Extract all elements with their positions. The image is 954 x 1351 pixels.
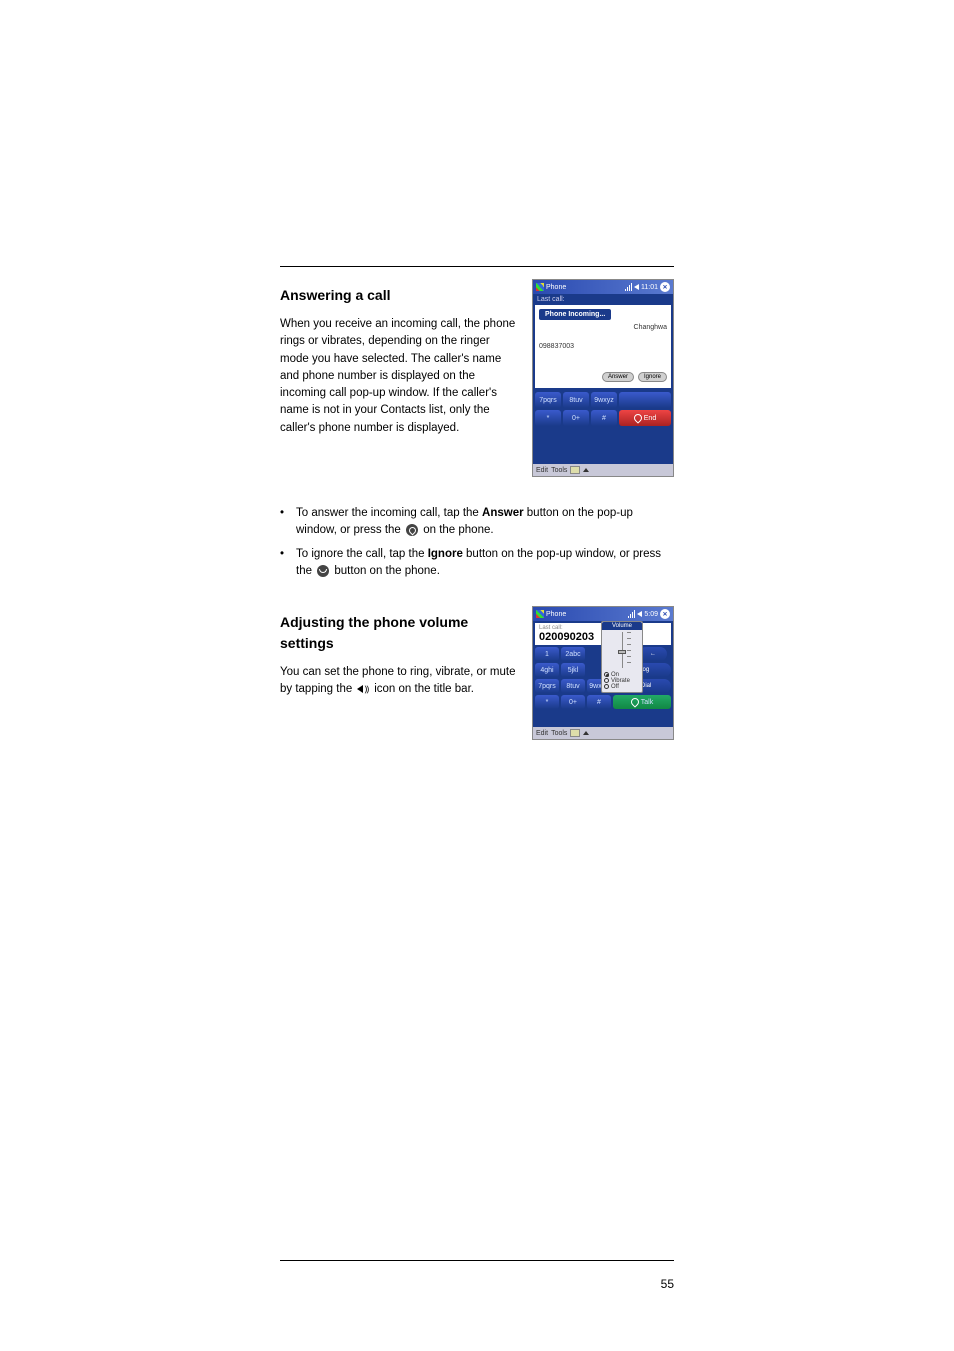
radio-off[interactable]: Off	[604, 684, 640, 690]
key-2[interactable]: 2abc	[561, 647, 585, 661]
windows-flag-icon	[536, 283, 544, 291]
key-7[interactable]: 7pqrs	[535, 392, 561, 408]
speaker-icon	[634, 284, 639, 290]
screenshot-volume-popup: Phone 5:09 ✕ Last call: 020090203 Volume	[532, 606, 674, 740]
bullet-ignore: • To ignore the call, tap the Ignore but…	[280, 546, 674, 581]
caller-name: Changhwa	[539, 324, 667, 331]
key-7[interactable]: 7pqrs	[535, 679, 559, 693]
end-call-button[interactable]: End	[619, 410, 671, 426]
key-1[interactable]: 1	[535, 647, 559, 661]
key-star[interactable]: *	[535, 410, 561, 426]
ss-time: 11:01	[641, 284, 658, 291]
ss-titlebar: Phone 11:01 ✕	[533, 280, 673, 294]
speaker-icon	[637, 611, 642, 617]
key-8[interactable]: 8tuv	[563, 392, 589, 408]
signal-icon	[625, 283, 632, 291]
menu-tools[interactable]: Tools	[551, 467, 567, 474]
ok-icon: ✕	[660, 609, 670, 619]
volume-title: Volume	[602, 622, 642, 630]
incoming-popup: Phone Incoming... Changhwa 098837003 Ans…	[535, 305, 671, 388]
heading-answering-call: Answering a call	[280, 285, 516, 306]
signal-icon	[628, 610, 635, 618]
key-0[interactable]: 0+	[563, 410, 589, 426]
talk-button-icon	[406, 524, 418, 536]
windows-flag-icon	[536, 610, 544, 618]
ignore-button[interactable]: Ignore	[638, 372, 667, 382]
key-hash[interactable]: #	[587, 695, 611, 709]
incoming-tab: Phone Incoming...	[539, 309, 611, 320]
menu-edit-2[interactable]: Edit	[536, 730, 548, 737]
speaker-icon-inline: ⸩	[357, 685, 369, 694]
sip-icon[interactable]	[570, 729, 580, 737]
volume-popup[interactable]: Volume On Vibrate Off	[601, 621, 643, 693]
ss-time-2: 5:09	[644, 611, 658, 618]
answer-button[interactable]: Answer	[602, 372, 634, 382]
caller-number: 098837003	[539, 343, 667, 350]
arrow-up-icon[interactable]	[583, 468, 589, 472]
volume-slider[interactable]	[622, 632, 623, 668]
menu-edit[interactable]: Edit	[536, 467, 548, 474]
key-0[interactable]: 0+	[561, 695, 585, 709]
top-divider	[280, 266, 674, 267]
arrow-up-icon[interactable]	[583, 731, 589, 735]
bottom-divider	[280, 1260, 674, 1261]
ss-bottom-bar: Edit Tools	[533, 464, 673, 476]
volume-slider-thumb[interactable]	[618, 650, 626, 654]
page-number: 55	[661, 1277, 674, 1291]
ss-title-2: Phone	[546, 611, 566, 618]
dialed-number: 020090203	[539, 631, 594, 643]
key-star[interactable]: *	[535, 695, 559, 709]
heading-adjust-volume: Adjusting the phone volume settings	[280, 612, 516, 654]
key-8[interactable]: 8tuv	[561, 679, 585, 693]
ss-bottom-bar-2: Edit Tools	[533, 727, 673, 739]
menu-tools-2[interactable]: Tools	[551, 730, 567, 737]
talk-button[interactable]: Talk	[613, 695, 671, 709]
ss-title: Phone	[546, 284, 566, 291]
key-9[interactable]: 9wxyz	[591, 392, 617, 408]
key-blank	[619, 392, 671, 408]
ok-icon: ✕	[660, 282, 670, 292]
key-hash[interactable]: #	[591, 410, 617, 426]
keypad-partial: 7pqrs 8tuv 9wxyz * 0+ # End	[533, 390, 673, 464]
bullet-answer: • To answer the incoming call, tap the A…	[280, 505, 674, 540]
key-5[interactable]: 5jkl	[561, 663, 585, 677]
para-adjust-volume: You can set the phone to ring, vibrate, …	[280, 664, 516, 699]
end-button-icon	[317, 565, 329, 577]
backspace-btn[interactable]: ←	[639, 647, 667, 661]
screenshot-incoming-call: Phone 11:01 ✕ Last call: Phone Incoming.…	[532, 279, 674, 477]
key-4[interactable]: 4ghi	[535, 663, 559, 677]
sip-icon[interactable]	[570, 466, 580, 474]
ss-last-call-row: Last call:	[533, 294, 673, 303]
para-answering-call: When you receive an incoming call, the p…	[280, 316, 516, 437]
ss-titlebar-2: Phone 5:09 ✕	[533, 607, 673, 621]
